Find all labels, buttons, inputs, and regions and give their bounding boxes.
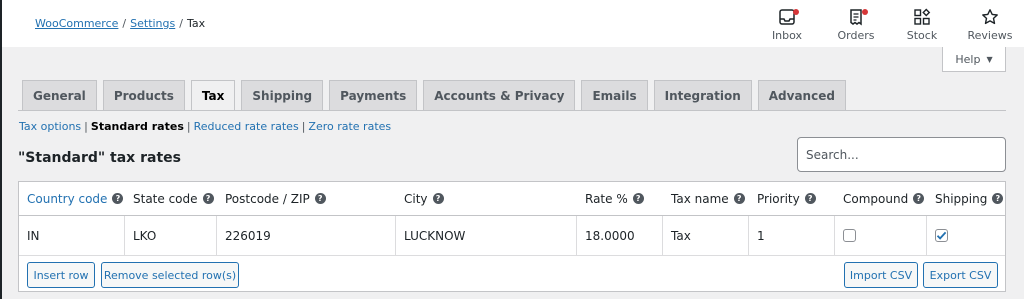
- tax-rates-table: Country code? State code? Postcode / ZIP…: [18, 181, 1006, 292]
- export-csv-button[interactable]: Export CSV: [923, 262, 998, 288]
- help-icon[interactable]: ?: [913, 193, 925, 204]
- activity-orders[interactable]: Orders: [826, 7, 886, 42]
- tab-integration[interactable]: Integration: [653, 80, 752, 110]
- activity-orders-label: Orders: [837, 29, 875, 42]
- column-label: Priority: [757, 191, 800, 206]
- search-input[interactable]: [797, 137, 1006, 172]
- column-tax-name: Tax name?: [663, 182, 748, 215]
- column-label: Rate %: [585, 191, 628, 206]
- star-icon: [960, 7, 1020, 27]
- subsection-tax-options[interactable]: Tax options: [19, 120, 81, 133]
- column-label: Compound: [843, 191, 909, 206]
- help-icon[interactable]: ?: [432, 193, 444, 204]
- tab-tax[interactable]: Tax: [190, 80, 236, 111]
- activity-stock[interactable]: Stock: [892, 7, 952, 42]
- chevron-down-icon: ▼: [986, 54, 993, 64]
- column-label: Tax name: [671, 191, 729, 206]
- help-icon[interactable]: ?: [632, 193, 644, 204]
- checkmark-icon: [936, 231, 947, 240]
- postcode-cell[interactable]: 226019: [217, 216, 396, 255]
- notification-dot: [862, 9, 868, 15]
- help-icon[interactable]: ?: [112, 193, 124, 204]
- activity-inbox[interactable]: Inbox: [757, 7, 817, 42]
- tab-emails[interactable]: Emails: [581, 80, 648, 110]
- tab-general[interactable]: General: [22, 80, 97, 110]
- shipping-cell: [927, 216, 1005, 255]
- notification-dot: [793, 9, 799, 15]
- tab-shipping[interactable]: Shipping: [241, 80, 324, 110]
- column-label: Postcode / ZIP: [225, 191, 310, 206]
- help-icon[interactable]: ?: [314, 193, 326, 204]
- settings-tabs: General Products Tax Shipping Payments A…: [22, 80, 846, 111]
- column-state-code: State code?: [125, 182, 216, 215]
- priority-cell[interactable]: 1: [749, 216, 835, 255]
- insert-row-button[interactable]: Insert row: [27, 262, 95, 288]
- tab-accounts-privacy[interactable]: Accounts & Privacy: [423, 80, 576, 110]
- activity-stock-label: Stock: [906, 29, 938, 42]
- breadcrumb-separator: /: [122, 17, 127, 30]
- activity-reviews-label: Reviews: [967, 29, 1013, 42]
- table-header-row: Country code? State code? Postcode / ZIP…: [19, 182, 1005, 216]
- state-code-cell[interactable]: LKO: [125, 216, 217, 255]
- country-code-cell[interactable]: IN: [19, 216, 125, 255]
- rates-title: "Standard" tax rates: [18, 150, 181, 166]
- compound-checkbox[interactable]: [843, 229, 856, 242]
- tax-subsections: Tax options | Standard rates | Reduced rate …: [19, 120, 391, 133]
- column-label: Country code: [27, 191, 108, 206]
- orders-icon: [826, 7, 886, 27]
- compound-cell: [835, 216, 927, 255]
- column-shipping: Shipping?: [927, 182, 1005, 215]
- subsection-separator: |: [186, 120, 191, 133]
- inbox-icon: [757, 7, 817, 27]
- column-rate: Rate %?: [577, 182, 662, 215]
- column-city: City?: [396, 182, 576, 215]
- breadcrumb: WooCommerce / Settings / Tax: [35, 17, 205, 30]
- subsection-reduced-rates[interactable]: Reduced rate rates: [194, 120, 299, 133]
- header-bar: WooCommerce / Settings / Tax Inbox Orders St…: [2, 0, 1024, 47]
- tab-payments[interactable]: Payments: [329, 80, 418, 110]
- help-button[interactable]: Help ▼: [942, 47, 1006, 72]
- activity-reviews[interactable]: Reviews: [960, 7, 1020, 42]
- remove-selected-rows-button[interactable]: Remove selected row(s): [101, 262, 239, 288]
- help-icon[interactable]: ?: [992, 193, 1004, 204]
- shipping-checkbox[interactable]: [935, 229, 948, 242]
- stock-icon: [892, 7, 952, 27]
- rate-cell[interactable]: 18.0000: [577, 216, 663, 255]
- breadcrumb-separator: /: [179, 17, 183, 30]
- help-icon[interactable]: ?: [733, 193, 745, 204]
- column-country-code[interactable]: Country code?: [19, 182, 124, 215]
- help-label: Help: [955, 52, 981, 66]
- subsection-standard-rates: Standard rates: [90, 120, 184, 133]
- column-label: Shipping: [935, 191, 988, 206]
- column-label: State code: [133, 191, 198, 206]
- help-icon[interactable]: ?: [202, 193, 214, 204]
- subsection-zero-rates[interactable]: Zero rate rates: [308, 120, 391, 133]
- column-postcode: Postcode / ZIP?: [217, 182, 395, 215]
- column-compound: Compound?: [835, 182, 926, 215]
- breadcrumb-current: Tax: [186, 17, 206, 30]
- column-label: City: [404, 191, 428, 206]
- city-cell[interactable]: LUCKNOW: [396, 216, 577, 255]
- tax-name-cell[interactable]: Tax: [663, 216, 749, 255]
- import-csv-button[interactable]: Import CSV: [844, 262, 918, 288]
- column-priority: Priority?: [749, 182, 834, 215]
- breadcrumb-woocommerce-link[interactable]: WooCommerce: [35, 17, 118, 30]
- tab-products[interactable]: Products: [102, 80, 185, 110]
- tab-advanced[interactable]: Advanced: [757, 80, 846, 110]
- subsection-separator: |: [84, 120, 88, 133]
- activity-inbox-label: Inbox: [771, 29, 803, 42]
- subsection-separator: |: [301, 120, 306, 133]
- breadcrumb-settings-link[interactable]: Settings: [130, 17, 175, 30]
- table-row[interactable]: IN LKO 226019 LUCKNOW 18.0000 Tax 1: [19, 216, 1005, 256]
- help-icon[interactable]: ?: [804, 193, 816, 204]
- tabs-divider: [18, 110, 1006, 111]
